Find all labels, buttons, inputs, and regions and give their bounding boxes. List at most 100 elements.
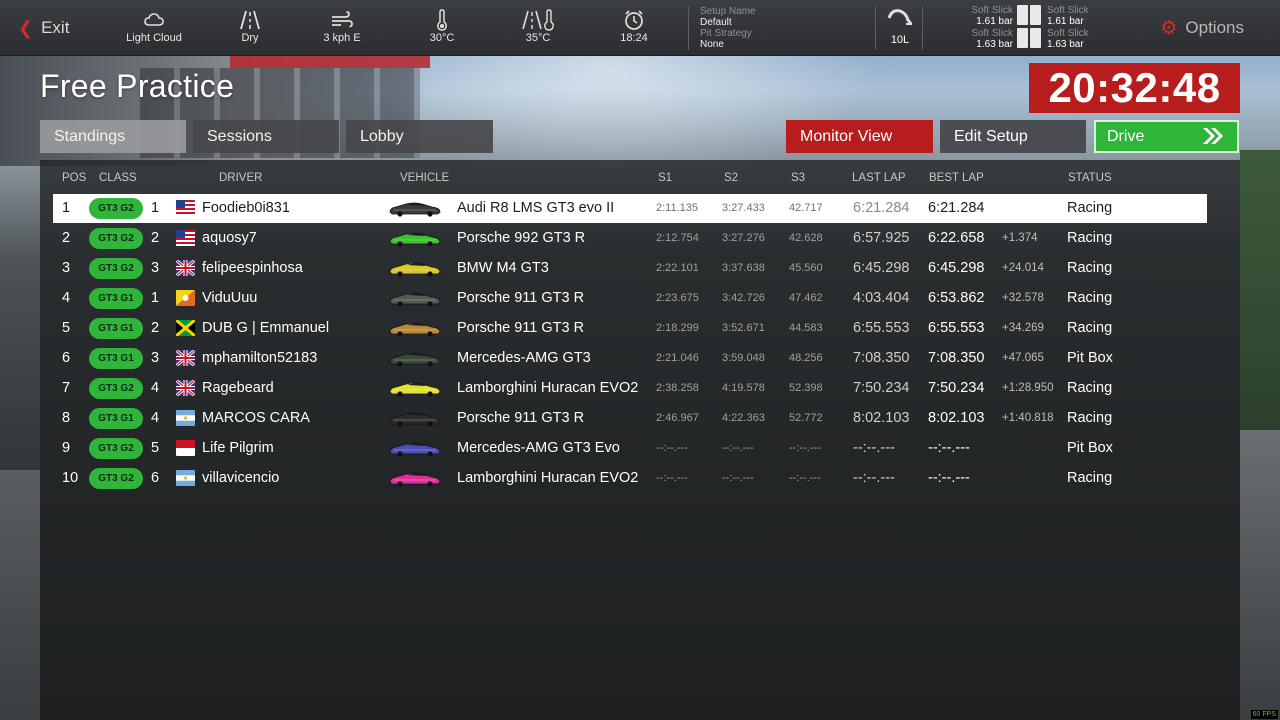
gap-to-leader: +34.269 <box>1002 322 1044 334</box>
table-row[interactable]: 6 GT3 G1 3 mphamilton52183 Mercedes-AMG GT3 2… <box>53 344 1207 373</box>
class-badge: GT3 G2 <box>89 378 143 399</box>
edit-setup-button[interactable]: Edit Setup <box>940 120 1086 153</box>
table-row[interactable]: 8 GT3 G1 4 MARCOS CARA Porsche 911 GT3 R 2:46… <box>53 404 1207 433</box>
gap-to-leader: +32.578 <box>1002 292 1044 304</box>
position: 2 <box>62 230 71 246</box>
tab-sessions[interactable]: Sessions <box>193 120 339 153</box>
session-timer: 20:32:48 <box>1029 63 1240 113</box>
driver-name: MARCOS CARA <box>202 410 310 426</box>
car-icon <box>388 439 442 457</box>
table-row[interactable]: 10 GT3 G2 6 villavicencio Lamborghini Huraca… <box>53 464 1207 493</box>
exit-button[interactable]: ❮ Exit <box>18 0 69 56</box>
best-lap-time: 6:22.658 <box>928 230 985 246</box>
table-row[interactable]: 9 GT3 G2 5 Life Pilgrim Mercedes-AMG GT3 Evo… <box>53 434 1207 463</box>
table-row[interactable]: 4 GT3 G1 1 ViduUuu Porsche 911 GT3 R 2:23.675… <box>53 284 1207 313</box>
monitor-view-button[interactable]: Monitor View <box>786 120 933 153</box>
best-lap-time: --:--.--- <box>928 440 970 456</box>
table-row[interactable]: 5 GT3 G1 2 DUB G | Emmanuel Porsche 911 GT3 … <box>53 314 1207 343</box>
best-lap-time: --:--.--- <box>928 470 970 486</box>
sector-1-time: 2:46.967 <box>656 412 699 424</box>
tab-standings[interactable]: Standings <box>40 120 186 153</box>
tyre-rear-left: Soft Slick 1.63 bar <box>960 28 1013 50</box>
sector-1-time: 2:12.754 <box>656 232 699 244</box>
class-badge: GT3 G2 <box>89 198 143 219</box>
driver-name: felipeespinhosa <box>202 260 303 276</box>
driver-status: Racing <box>1067 290 1113 306</box>
tyre-pressure: 1.61 bar <box>1047 16 1084 27</box>
tab-lobby[interactable]: Lobby <box>346 120 493 153</box>
class-position: 3 <box>151 260 160 276</box>
sector-3-time: 52.772 <box>789 412 823 424</box>
class-badge: GT3 G1 <box>89 318 143 339</box>
driver-status: Racing <box>1067 470 1113 486</box>
options-button[interactable]: ⚙ Options <box>1160 0 1244 56</box>
car-icon <box>388 289 442 307</box>
position: 1 <box>62 200 71 216</box>
tyre-rear-right: Soft Slick 1.63 bar <box>1047 28 1100 50</box>
last-lap-time: 6:55.553 <box>853 320 910 336</box>
position: 7 <box>62 380 71 396</box>
class-position: 1 <box>151 290 160 306</box>
gap-to-leader: +47.065 <box>1002 352 1044 364</box>
sector-3-time: --:--.--- <box>789 472 821 484</box>
last-lap-time: --:--.--- <box>853 470 895 486</box>
last-lap-time: --:--.--- <box>853 440 895 456</box>
sector-2-time: 4:22.363 <box>722 412 765 424</box>
sector-1-time: 2:23.675 <box>656 292 699 304</box>
tyre-pressures: Soft Slick 1.61 bar Soft Slick 1.61 bar … <box>960 5 1095 51</box>
vehicle-name: Lamborghini Huracan EVO2 <box>457 380 639 396</box>
weather-track: Dry <box>205 6 295 44</box>
table-row[interactable]: 1 GT3 G2 1 Foodieb0i831 Audi R8 LMS GT3 evo … <box>53 194 1207 223</box>
driver-status: Racing <box>1067 200 1113 216</box>
table-row[interactable]: 2 GT3 G2 2 aquosy7 Porsche 992 GT3 R 2:12.754… <box>53 224 1207 253</box>
class-badge: GT3 G2 <box>89 468 143 489</box>
sector-3-time: 42.628 <box>789 232 823 244</box>
gap-to-leader: +24.014 <box>1002 262 1044 274</box>
vehicle-name: Porsche 911 GT3 R <box>457 320 585 336</box>
sector-3-time: 45.560 <box>789 262 823 274</box>
vehicle-name: Lamborghini Huracan EVO2 <box>457 470 639 486</box>
gear-icon: ⚙ <box>1160 17 1178 39</box>
edit-setup-label: Edit Setup <box>954 128 1028 145</box>
setup-info: Setup Name Default Pit Strategy None <box>700 6 756 50</box>
table-row[interactable]: 3 GT3 G2 3 felipeespinhosa BMW M4 GT3 2:22.10… <box>53 254 1207 283</box>
sector-3-time: --:--.--- <box>789 442 821 454</box>
class-badge: GT3 G1 <box>89 288 143 309</box>
weather-air-temp: 30°C <box>397 6 487 44</box>
class-position: 2 <box>151 230 160 246</box>
weather-label: Light Cloud <box>126 32 182 44</box>
tyre-icon <box>1030 28 1041 48</box>
background-road-right <box>1240 430 1280 720</box>
position: 4 <box>62 290 71 306</box>
drive-button[interactable]: Drive <box>1094 120 1239 153</box>
last-lap-time: 4:03.404 <box>853 290 910 306</box>
background-stripe <box>230 56 430 68</box>
sector-3-time: 48.256 <box>789 352 823 364</box>
country-flag-icon <box>176 410 195 426</box>
tyre-compound: Soft Slick <box>1047 28 1089 39</box>
table-row[interactable]: 7 GT3 G2 4 Ragebeard Lamborghini Huracan EVO… <box>53 374 1207 403</box>
sector-2-time: 3:27.433 <box>722 202 765 214</box>
back-arrow-icon: ❮ <box>18 17 34 38</box>
driver-status: Pit Box <box>1067 440 1113 456</box>
tyre-front-right: Soft Slick 1.61 bar <box>1047 5 1100 27</box>
last-lap-time: 7:50.234 <box>853 380 910 396</box>
thermometer-icon <box>397 6 487 32</box>
vehicle-name: Porsche 911 GT3 R <box>457 290 585 306</box>
last-lap-time: 6:45.298 <box>853 260 910 276</box>
sector-2-time: 3:37.638 <box>722 262 765 274</box>
driver-status: Pit Box <box>1067 350 1113 366</box>
country-flag-icon <box>176 380 195 396</box>
top-bar: ❮ Exit Light Cloud Dry 3 kph E 30°C 35°C <box>0 0 1280 56</box>
vehicle-name: Porsche 992 GT3 R <box>457 230 586 246</box>
country-flag-icon <box>176 290 195 306</box>
driver-name: ViduUuu <box>202 290 258 306</box>
tyre-icon <box>1030 5 1041 25</box>
setup-name-label: Setup Name <box>700 6 756 17</box>
sector-3-time: 52.398 <box>789 382 823 394</box>
sector-1-time: --:--.--- <box>656 472 688 484</box>
sector-2-time: 3:27.276 <box>722 232 765 244</box>
class-badge: GT3 G2 <box>89 228 143 249</box>
position: 10 <box>62 470 79 486</box>
background-trees <box>1240 150 1280 440</box>
